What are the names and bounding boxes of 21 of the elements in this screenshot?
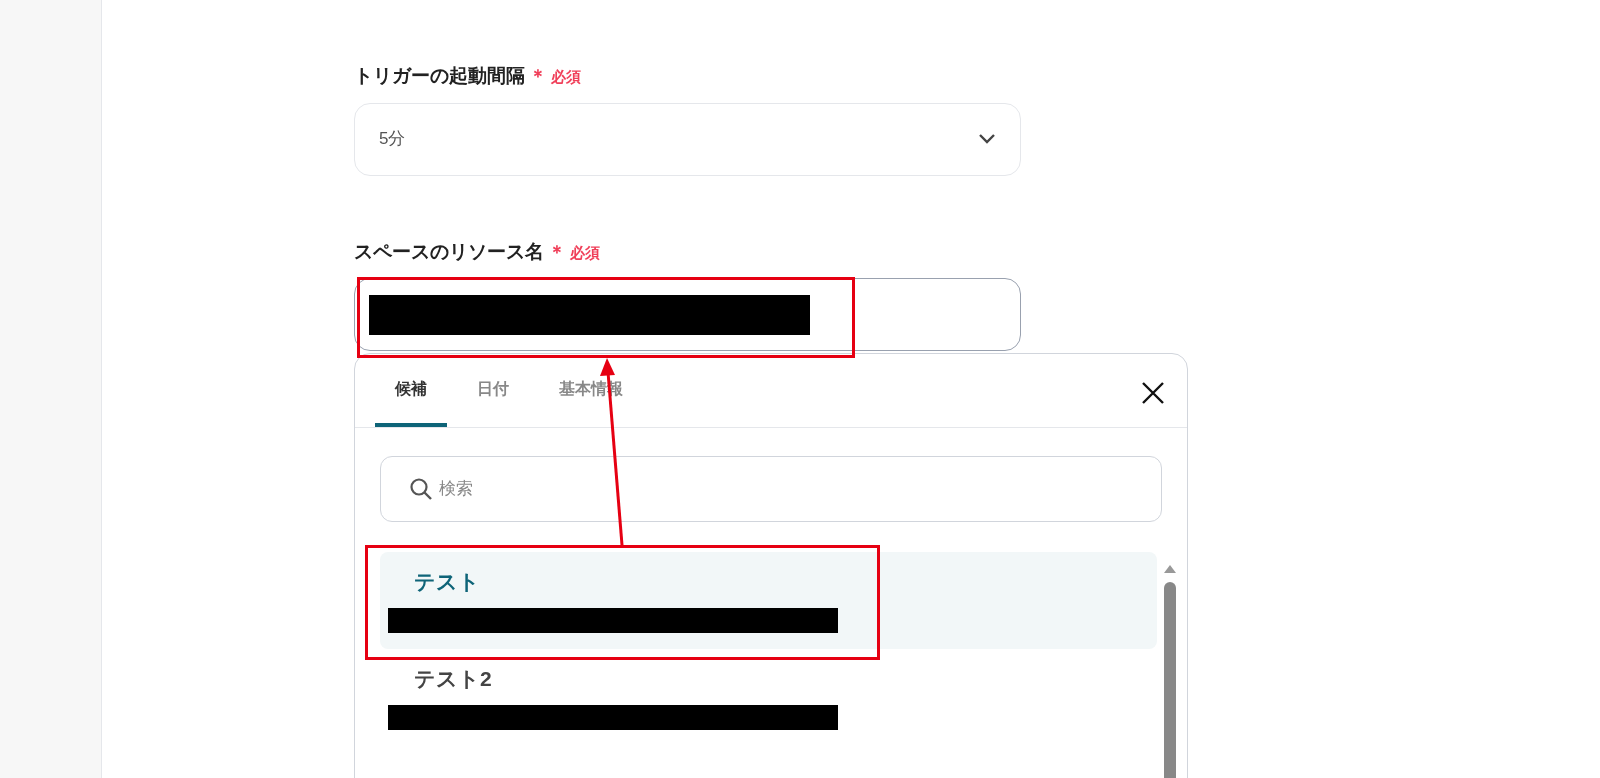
option-item[interactable]: テスト [380,552,1157,649]
option-title: テスト2 [414,666,493,692]
interval-select[interactable]: 5分 [354,102,1021,176]
select-value: 5分 [379,128,406,151]
resource-name-field[interactable] [354,278,1021,351]
search-field[interactable]: 検索 [380,456,1162,522]
option-item[interactable]: テスト2 [380,649,1157,746]
tab[interactable]: 日付 [457,377,529,427]
tab[interactable]: 候補 [375,377,447,427]
required-asterisk: ＊ [548,240,566,264]
scroll-up-icon[interactable] [1163,564,1177,574]
required-label: 必須 [570,242,600,263]
field-label: スペースのリソース名 [354,239,544,264]
option-title: テスト [414,569,481,595]
required-asterisk: ＊ [529,65,547,88]
close-icon[interactable] [1141,381,1165,405]
required-label: 必須 [551,67,581,87]
search-input[interactable]: 検索 [439,476,1133,502]
chevron-down-icon [978,133,996,145]
search-icon [409,477,433,501]
field-label: トリガーの起動間隔 [354,64,525,88]
